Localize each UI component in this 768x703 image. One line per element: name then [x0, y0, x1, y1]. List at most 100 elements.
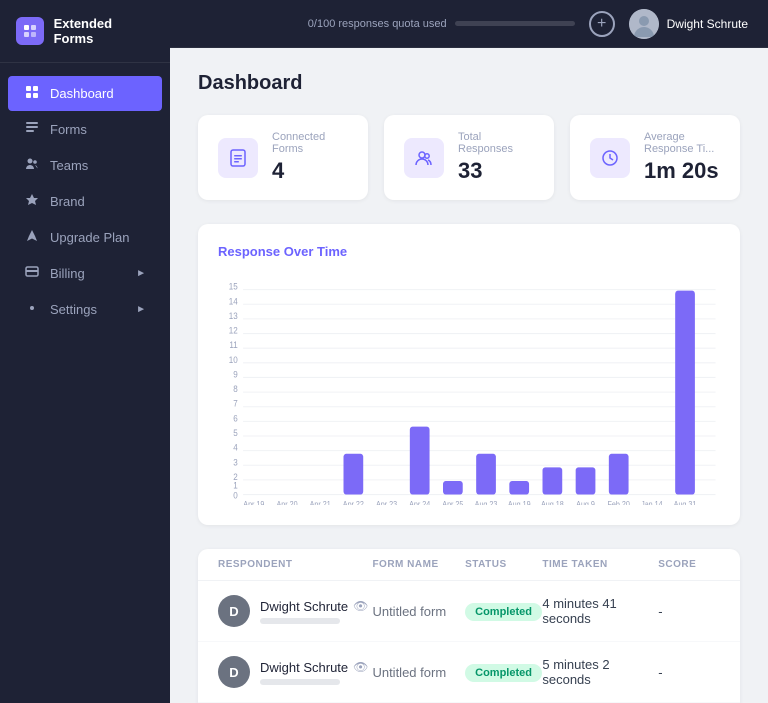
svg-text:14: 14	[229, 296, 238, 307]
sidebar-item-settings[interactable]: Settings ►	[8, 292, 162, 327]
sidebar-item-label: Upgrade Plan	[50, 230, 130, 245]
time-taken: 4 minutes 41 seconds	[542, 596, 658, 626]
stat-value: 1m 20s	[644, 158, 720, 184]
svg-text:3: 3	[233, 457, 238, 468]
svg-text:6: 6	[233, 413, 238, 424]
th-status: STATUS	[465, 559, 542, 570]
svg-text:Apr 24: Apr 24	[409, 500, 431, 505]
svg-text:9: 9	[233, 369, 238, 380]
stats-row: Connected Forms 4 Total Responses 33	[198, 115, 740, 200]
avatar: D	[218, 595, 250, 627]
user-name: Dwight Schrute	[667, 17, 748, 31]
sidebar-item-dashboard[interactable]: Dashboard	[8, 76, 162, 111]
stat-info: Total Responses 33	[458, 131, 534, 184]
status-badge: Completed	[465, 603, 542, 621]
svg-text:0: 0	[233, 490, 238, 501]
status-badge: Completed	[465, 664, 542, 682]
sidebar-item-label: Forms	[50, 122, 87, 137]
svg-text:8: 8	[233, 384, 238, 395]
resp-subtitle-bar	[260, 679, 340, 685]
eye-icon[interactable]: 👁	[353, 660, 368, 674]
th-form-name: FORM NAME	[372, 559, 465, 570]
svg-text:Jan 14: Jan 14	[641, 500, 663, 505]
chart-area: 15 14 13 12 11 10 9 8 7 6 5 4 3 2	[218, 275, 720, 505]
stat-value: 4	[272, 158, 348, 184]
settings-icon	[24, 301, 40, 318]
stat-card-connected-forms: Connected Forms 4	[198, 115, 368, 200]
quota-bar	[455, 21, 575, 26]
add-button[interactable]: +	[589, 11, 615, 37]
dashboard-icon	[24, 85, 40, 102]
svg-text:10: 10	[229, 354, 238, 365]
stat-card-total-responses: Total Responses 33	[384, 115, 554, 200]
svg-text:Feb 20: Feb 20	[608, 500, 631, 505]
total-responses-icon	[404, 138, 444, 178]
sidebar-logo: Extended Forms	[0, 0, 170, 63]
page-title: Dashboard	[198, 72, 740, 95]
avatar	[629, 9, 659, 39]
svg-text:4: 4	[233, 442, 238, 453]
svg-text:Aug 9: Aug 9	[576, 500, 595, 505]
sidebar-item-upgrade[interactable]: Upgrade Plan	[8, 220, 162, 255]
sidebar-item-label: Brand	[50, 194, 85, 209]
stat-info: Connected Forms 4	[272, 131, 348, 184]
eye-icon[interactable]: 👁	[353, 599, 368, 613]
settings-arrow: ►	[136, 304, 146, 315]
time-taken: 5 minutes 2 seconds	[542, 657, 658, 687]
stat-value: 33	[458, 158, 534, 184]
connected-forms-icon	[218, 138, 258, 178]
quota-area: 0/100 responses quota used	[308, 18, 575, 30]
billing-arrow: ►	[136, 268, 146, 279]
respondent-cell: D Dwight Schrute 👁	[218, 656, 372, 688]
svg-text:1: 1	[233, 480, 238, 491]
content-area: Dashboard Connected Forms 4	[170, 48, 768, 703]
stat-card-avg-time: Average Response Ti... 1m 20s	[570, 115, 740, 200]
svg-text:Apr 20: Apr 20	[276, 500, 298, 505]
respondent-cell: D Dwight Schrute 👁	[218, 595, 372, 627]
svg-text:Apr 19: Apr 19	[243, 500, 264, 505]
stat-label: Total Responses	[458, 131, 534, 155]
sidebar: Extended Forms Dashboard F	[0, 0, 170, 703]
th-score: SCORE	[658, 559, 720, 570]
status-cell: Completed	[465, 602, 542, 621]
th-respondent: RESPONDENT	[218, 559, 372, 570]
main-wrapper: 0/100 responses quota used + Dwight Schr…	[170, 0, 768, 703]
teams-icon	[24, 157, 40, 174]
bar-apr25	[410, 427, 430, 495]
responses-table: RESPONDENT FORM NAME STATUS TIME TAKEN S…	[198, 549, 740, 703]
sidebar-item-brand[interactable]: Brand	[8, 184, 162, 219]
svg-text:Apr 23: Apr 23	[376, 500, 397, 505]
upgrade-icon	[24, 229, 40, 246]
bar-aug31	[675, 291, 695, 495]
stat-label: Connected Forms	[272, 131, 348, 155]
sidebar-item-label: Dashboard	[50, 86, 114, 101]
forms-icon	[24, 121, 40, 138]
table-row: D Dwight Schrute 👁 Untitled form Complet…	[198, 581, 740, 642]
score: -	[658, 604, 720, 619]
sidebar-item-label: Billing	[50, 266, 85, 281]
status-cell: Completed	[465, 663, 542, 682]
stat-info: Average Response Ti... 1m 20s	[644, 131, 720, 184]
svg-text:Apr 22: Apr 22	[343, 500, 364, 505]
bar-apr22	[344, 454, 364, 495]
sidebar-item-forms[interactable]: Forms	[8, 112, 162, 147]
bar-feb20	[576, 467, 596, 494]
table-header: RESPONDENT FORM NAME STATUS TIME TAKEN S…	[198, 549, 740, 581]
sidebar-item-billing[interactable]: Billing ►	[8, 256, 162, 291]
resp-name: Dwight Schrute 👁	[260, 599, 368, 614]
score: -	[658, 665, 720, 680]
bar-aug18	[509, 481, 529, 495]
user-area[interactable]: Dwight Schrute	[629, 9, 748, 39]
sidebar-item-teams[interactable]: Teams	[8, 148, 162, 183]
bar-jan14	[609, 454, 629, 495]
form-name: Untitled form	[372, 665, 465, 680]
logo-icon	[16, 17, 44, 45]
topbar: 0/100 responses quota used + Dwight Schr…	[170, 0, 768, 48]
th-time-taken: TIME TAKEN	[542, 559, 658, 570]
svg-text:Aug 18: Aug 18	[541, 500, 564, 505]
quota-label: 0/100 responses quota used	[308, 18, 447, 30]
resp-name-wrap: Dwight Schrute 👁	[260, 660, 368, 685]
svg-text:5: 5	[233, 427, 238, 438]
brand-icon	[24, 193, 40, 210]
svg-text:12: 12	[229, 325, 238, 336]
